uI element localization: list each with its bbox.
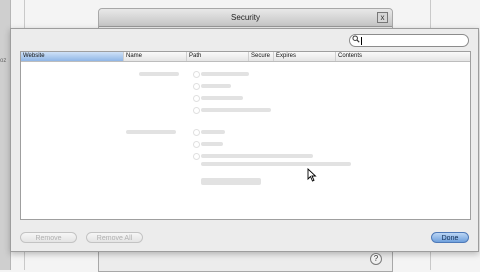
mouse-pointer-icon	[307, 168, 317, 182]
table-header: Website Name Path Secure Expires Content…	[21, 52, 470, 62]
ghost-label	[201, 96, 243, 100]
search-icon	[352, 35, 360, 43]
ghost-radio	[193, 129, 200, 136]
column-header-secure[interactable]: Secure	[249, 52, 274, 61]
ghost-label	[201, 142, 223, 146]
column-header-website[interactable]: Website	[21, 52, 124, 61]
help-icon[interactable]: ?	[370, 253, 382, 265]
ghost-label	[201, 108, 271, 112]
ghost-radio	[193, 141, 200, 148]
cookies-sheet: Website Name Path Secure Expires Content…	[10, 28, 479, 252]
window-titlebar: Security x	[99, 9, 392, 27]
remove-all-button[interactable]: Remove All	[86, 232, 143, 243]
remove-button[interactable]: Remove	[20, 232, 77, 243]
close-icon[interactable]: x	[377, 12, 388, 23]
ghost-button	[201, 178, 261, 185]
ghost-label	[126, 130, 176, 134]
ghost-label	[201, 154, 313, 158]
window-title: Security	[231, 13, 260, 22]
column-header-expires[interactable]: Expires	[274, 52, 336, 61]
cookies-table[interactable]: Website Name Path Secure Expires Content…	[20, 51, 471, 220]
ghost-label	[139, 72, 179, 76]
ghost-radio	[193, 107, 200, 114]
ghost-radio	[193, 95, 200, 102]
ghost-label	[201, 130, 225, 134]
ghost-radio	[193, 83, 200, 90]
search-input[interactable]	[362, 35, 462, 46]
search-field[interactable]	[349, 34, 469, 47]
ghost-radio	[193, 71, 200, 78]
ghost-label	[201, 162, 351, 166]
ghost-label	[201, 84, 231, 88]
column-header-path[interactable]: Path	[187, 52, 249, 61]
column-header-contents[interactable]: Contents	[336, 52, 470, 61]
ghost-label	[201, 72, 249, 76]
column-header-name[interactable]: Name	[124, 52, 187, 61]
background-edge-text: oz	[0, 58, 7, 64]
ghost-radio	[193, 153, 200, 160]
done-button[interactable]: Done	[431, 232, 469, 243]
